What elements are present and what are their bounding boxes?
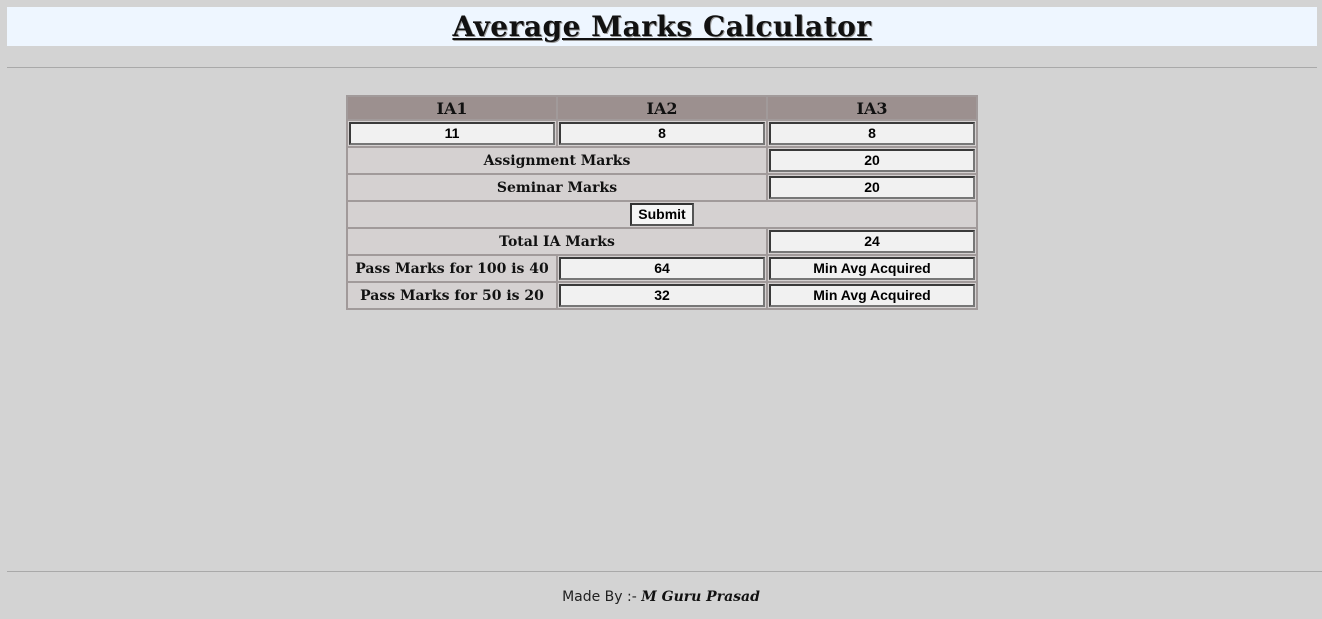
- submit-button[interactable]: Submit: [630, 203, 694, 226]
- ia2-header: IA2: [556, 95, 768, 121]
- ia2-input[interactable]: 8: [559, 122, 765, 145]
- footer-author: M Guru Prasad: [641, 589, 760, 605]
- top-divider: [7, 67, 1317, 68]
- seminar-row: Seminar Marks 20: [346, 173, 978, 202]
- ia3-input[interactable]: 8: [769, 122, 975, 145]
- pass100-row: Pass Marks for 100 is 40 64 Min Avg Acqu…: [346, 254, 978, 283]
- bottom-divider: [7, 571, 1322, 572]
- total-label: Total IA Marks: [346, 227, 768, 256]
- assignment-row: Assignment Marks 20: [346, 146, 978, 175]
- assignment-label: Assignment Marks: [346, 146, 768, 175]
- submit-row: Submit: [346, 200, 978, 229]
- total-output[interactable]: 24: [769, 230, 975, 253]
- ia3-header: IA3: [766, 95, 978, 121]
- ia1-header: IA1: [346, 95, 558, 121]
- pass100-output[interactable]: 64: [559, 257, 765, 280]
- seminar-label: Seminar Marks: [346, 173, 768, 202]
- pass50-row: Pass Marks for 50 is 20 32 Min Avg Acqui…: [346, 281, 978, 310]
- pass100-status[interactable]: Min Avg Acquired: [769, 257, 975, 280]
- assignment-input[interactable]: 20: [769, 149, 975, 172]
- pass50-output[interactable]: 32: [559, 284, 765, 307]
- pass50-label: Pass Marks for 50 is 20: [346, 281, 558, 310]
- ia1-input[interactable]: 11: [349, 122, 555, 145]
- title-bar: Average Marks Calculator: [7, 7, 1317, 46]
- seminar-input[interactable]: 20: [769, 176, 975, 199]
- pass100-label: Pass Marks for 100 is 40: [346, 254, 558, 283]
- header-row: IA1 IA2 IA3: [346, 95, 978, 121]
- total-row: Total IA Marks 24: [346, 227, 978, 256]
- footer-prefix: Made By :-: [562, 589, 642, 605]
- footer: Made By :- M Guru Prasad: [0, 589, 1322, 605]
- ia-inputs-row: 11 8 8: [346, 119, 978, 148]
- pass50-status[interactable]: Min Avg Acquired: [769, 284, 975, 307]
- marks-table: IA1 IA2 IA3 11 8 8 Assignment Marks 20 S…: [346, 95, 978, 310]
- page-title: Average Marks Calculator: [452, 10, 872, 43]
